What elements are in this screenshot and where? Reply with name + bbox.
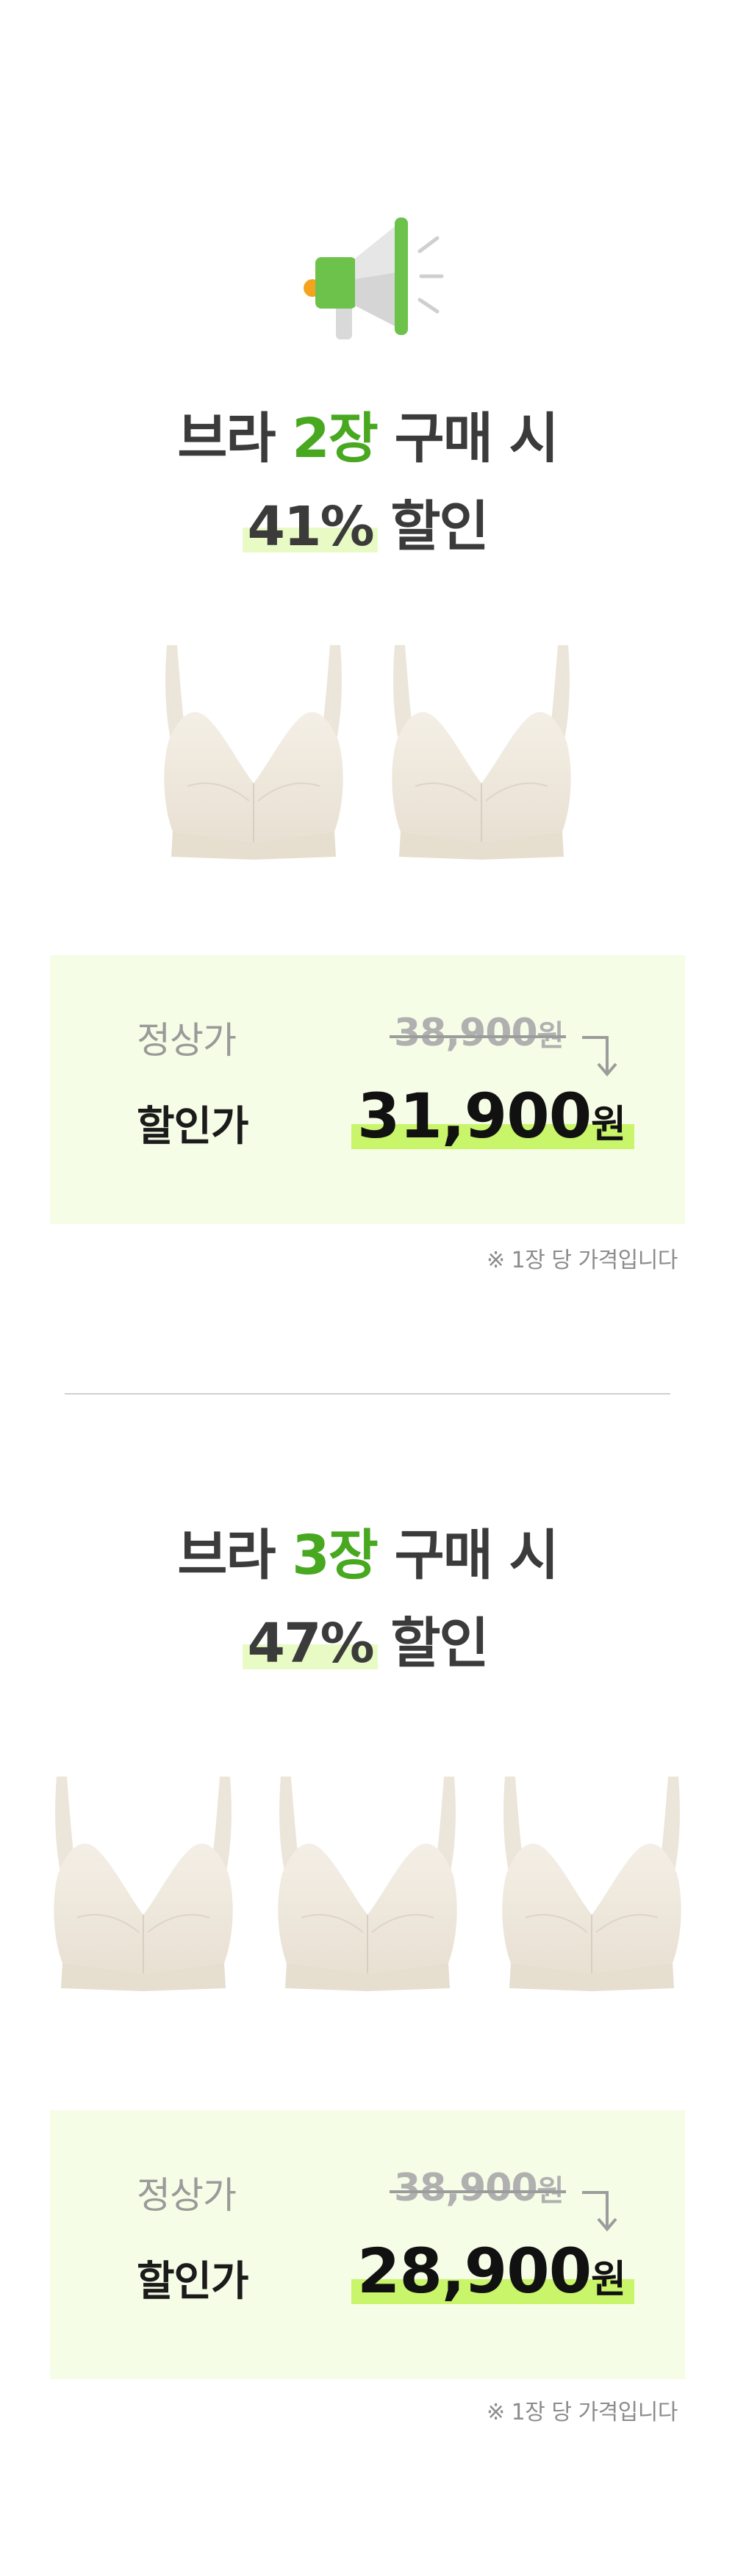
down-arrow-icon: [582, 1036, 617, 1077]
regular-price-label: 정상가: [137, 2174, 237, 2217]
section-divider: [65, 1393, 670, 1395]
promo1-discount-line: 41% 할인: [0, 500, 735, 554]
sale-price: 28,900원: [351, 2235, 634, 2307]
discount-percent: 47%: [243, 1616, 378, 1671]
headline-prefix: 브라: [177, 1524, 293, 1587]
bra-product-image: [489, 1771, 695, 1991]
headline-suffix: 구매 시: [376, 1524, 559, 1587]
bra-product-image: [379, 639, 584, 860]
promo1-headline: 브라 2장 구매 시: [0, 411, 735, 466]
bra-product-image: [40, 1771, 246, 1991]
price-note: ※ 1장 당 가격입니다: [486, 2400, 678, 2425]
headline-prefix: 브라: [177, 407, 293, 470]
promo1-price-box: 정상가 38,900원 할인가 31,900원: [50, 955, 685, 1224]
sale-price: 31,900원: [351, 1080, 634, 1152]
headline-count: 2장: [292, 407, 379, 470]
sale-price-label: 할인가: [137, 1103, 249, 1151]
down-arrow-icon: [582, 2191, 617, 2232]
promo2-product-image: [0, 1771, 735, 1998]
discount-suffix: 할인: [373, 1612, 489, 1675]
promo1-product-image: [0, 639, 735, 867]
regular-price: 38,900원: [390, 1011, 567, 1055]
sale-price-label: 할인가: [137, 2258, 249, 2306]
discount-percent: 41%: [243, 500, 378, 554]
promo2-discount-line: 47% 할인: [0, 1616, 735, 1671]
regular-price: 38,900원: [390, 2166, 567, 2210]
price-note: ※ 1장 당 가격입니다: [486, 1248, 678, 1273]
headline-count: 3장: [292, 1524, 379, 1587]
megaphone-icon: [290, 206, 445, 360]
promo2-price-box: 정상가 38,900원 할인가 28,900원: [50, 2110, 685, 2379]
regular-price-label: 정상가: [137, 1019, 237, 1062]
promo2-headline: 브라 3장 구매 시: [0, 1528, 735, 1583]
headline-suffix: 구매 시: [376, 407, 559, 470]
bra-product-image: [265, 1771, 470, 1991]
bra-product-image: [151, 639, 356, 860]
discount-suffix: 할인: [373, 495, 489, 558]
